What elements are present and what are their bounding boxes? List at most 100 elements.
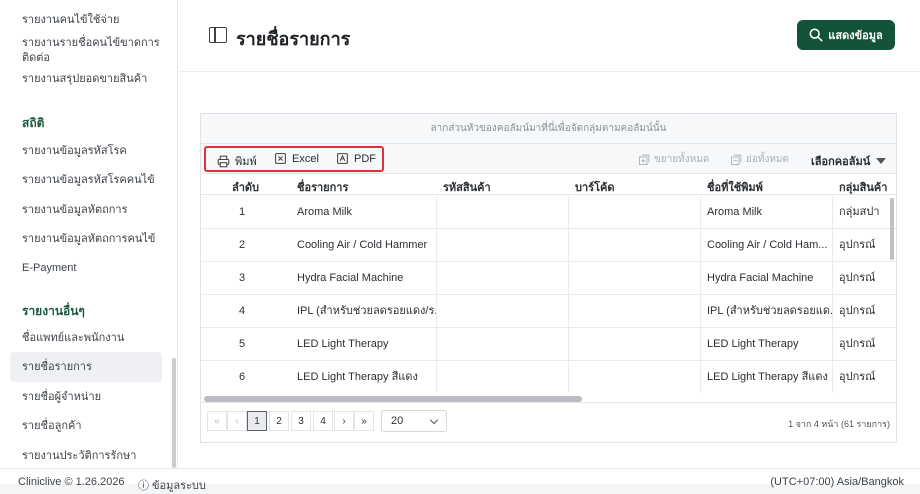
cell-name: LED Light Therapy สีแดง	[297, 371, 418, 383]
pager-prev-button[interactable]: ‹	[227, 411, 247, 431]
main-content: รายชื่อรายการ แสดงข้อมูล ลากส่วนหัวของคอ…	[178, 0, 920, 468]
page-info: 1 จาก 4 หน้า (61 รายการ)	[788, 419, 890, 429]
sidebar-item-procedures[interactable]: รายงานข้อมูลหัตถการ	[22, 203, 162, 218]
table-row[interactable]: 3 Hydra Facial Machine Hydra Facial Mach…	[201, 262, 896, 295]
sidebar-item-item-list[interactable]: รายชื่อรายการ	[22, 360, 162, 375]
sidebar: รายงานคนไข้ใช้จ่าย รายงานรายชื่อคนไข้ขาด…	[0, 0, 178, 468]
cell-print-name: IPL (สำหรับช่วยลดรอยแด...	[707, 305, 832, 317]
show-data-button[interactable]: แสดงข้อมูล	[797, 20, 895, 50]
book-icon	[209, 27, 227, 43]
expand-all-button[interactable]: ขยายทั้งหมด	[638, 152, 709, 167]
table-row[interactable]: 1 Aroma Milk Aroma Milk กลุ่มสปา	[201, 196, 896, 229]
cell-barcode	[568, 196, 700, 229]
cell-barcode	[568, 229, 700, 262]
sidebar-item-patient-disease-code[interactable]: รายงานข้อมูลรหัสโรคคนไข้	[22, 173, 162, 188]
expand-icon	[639, 154, 650, 165]
cell-index: 5	[239, 338, 246, 350]
pager-next-button[interactable]: ›	[334, 411, 354, 431]
grid-horizontal-scrollbar[interactable]	[204, 396, 582, 402]
column-header-sku[interactable]: รหัสสินค้า	[443, 178, 491, 196]
cell-barcode	[568, 262, 700, 295]
table-row[interactable]: 4 IPL (สำหรับช่วยลดรอยแดง/ร... IPL (สำหร…	[201, 295, 896, 328]
sidebar-item-treatment-history[interactable]: รายงานประวัติการรักษา	[22, 449, 162, 464]
page-title: รายชื่อรายการ	[236, 29, 351, 49]
column-header-print-name[interactable]: ชื่อที่ใช้พิมพ์	[707, 178, 763, 196]
print-label: พิมพ์	[235, 156, 257, 168]
table-body: 1 Aroma Milk Aroma Milk กลุ่มสปา 2 Cooli…	[201, 196, 896, 393]
search-icon	[809, 28, 823, 42]
collapse-icon	[731, 154, 742, 165]
cell-barcode	[568, 328, 700, 361]
excel-button[interactable]: Excel	[274, 152, 319, 165]
pager-page-4[interactable]: 4	[313, 411, 333, 431]
excel-icon	[275, 153, 286, 164]
cell-group: อุปกรณ์	[839, 338, 876, 350]
cell-name: Cooling Air / Cold Hammer	[297, 239, 428, 251]
sidebar-item-patient-expense[interactable]: รายงานคนไข้ใช้จ่าย	[22, 13, 162, 28]
cell-index: 4	[239, 305, 246, 317]
data-grid: ลากส่วนหัวของคอลัมน์มาที่นี่เพื่อจัดกลุ่…	[200, 113, 897, 443]
sidebar-section-other: รายงานอื่นๆ	[22, 304, 85, 318]
choose-columns-label: เลือกคอลัมน์	[811, 156, 871, 168]
expand-all-label: ขยายทั้งหมด	[654, 154, 710, 165]
table-row[interactable]: 5 LED Light Therapy LED Light Therapy อุ…	[201, 328, 896, 361]
cell-sku	[436, 295, 568, 328]
sidebar-item-sales-summary[interactable]: รายงานสรุปยอดขายสินค้า	[22, 72, 162, 87]
pager-page-1[interactable]: 1	[247, 411, 267, 431]
sidebar-section-stats: สถิติ	[22, 116, 45, 130]
footer: Cliniclive © 1.26.2026 ⓘ ข้อมูลระบบ (UTC…	[0, 468, 920, 492]
sidebar-item-suppliers[interactable]: รายชื่อผู้จำหน่าย	[22, 390, 162, 405]
table-row[interactable]: 6 LED Light Therapy สีแดง LED Light Ther…	[201, 361, 896, 393]
cell-name: LED Light Therapy	[297, 338, 389, 350]
chevron-down-icon	[429, 415, 439, 425]
footer-timezone: (UTC+07:00) Asia/Bangkok	[770, 476, 904, 488]
about-link[interactable]: ⓘ ข้อมูลระบบ	[138, 476, 206, 494]
page-size-select[interactable]: 20	[381, 410, 447, 432]
column-header-group[interactable]: กลุ่มสินค้า	[839, 178, 887, 196]
pdf-icon	[337, 153, 348, 164]
sidebar-item-patient-procedures[interactable]: รายงานข้อมูลหัตถการคนไข้	[22, 232, 162, 247]
cell-sku	[436, 196, 568, 229]
grid-vertical-scrollbar[interactable]	[890, 198, 894, 260]
sidebar-item-e-payment[interactable]: E-Payment	[22, 261, 162, 276]
group-panel[interactable]: ลากส่วนหัวของคอลัมน์มาที่นี่เพื่อจัดกลุ่…	[201, 114, 896, 144]
sidebar-item-doctors-staff[interactable]: ชื่อแพทย์และพนักงาน	[22, 331, 162, 346]
column-header-name[interactable]: ชื่อรายการ	[297, 178, 348, 196]
table-row[interactable]: 2 Cooling Air / Cold Hammer Cooling Air …	[201, 229, 896, 262]
sidebar-item-lost-contact[interactable]: รายงานรายชื่อคนไข้ขาดการติดต่อ	[22, 36, 162, 66]
printer-icon	[217, 155, 230, 167]
cell-index: 1	[239, 206, 246, 218]
cell-print-name: Aroma Milk	[707, 206, 763, 218]
choose-columns-button[interactable]: เลือกคอลัมน์	[811, 152, 887, 170]
cell-name: IPL (สำหรับช่วยลดรอยแดง/ร...	[297, 305, 436, 317]
sidebar-item-customers[interactable]: รายชื่อลูกค้า	[22, 419, 162, 434]
cell-group: กลุ่มสปา	[839, 206, 880, 218]
pager-page-2[interactable]: 2	[269, 411, 289, 431]
pager-first-button[interactable]: «	[207, 411, 227, 431]
sidebar-scrollbar[interactable]	[172, 358, 176, 468]
collapse-all-button[interactable]: ย่อทั้งหมด	[730, 152, 789, 167]
cell-print-name: Hydra Facial Machine	[707, 272, 814, 284]
table-header: ลำดับ ชื่อรายการ รหัสสินค้า บาร์โค้ด ชื่…	[201, 175, 896, 195]
cell-name: Hydra Facial Machine	[297, 272, 404, 284]
collapse-all-label: ย่อทั้งหมด	[746, 154, 790, 165]
header-divider	[178, 71, 920, 72]
pager-page-3[interactable]: 3	[291, 411, 311, 431]
cell-print-name: LED Light Therapy สีแดง	[707, 371, 828, 383]
cell-print-name: LED Light Therapy	[707, 338, 799, 350]
cell-group: อุปกรณ์	[839, 272, 876, 284]
pager: « ‹ 1 2 3 4 › » 20 1 จาก 4 หน้า (61 รายก…	[201, 404, 896, 442]
pager-last-button[interactable]: »	[354, 411, 374, 431]
caret-down-icon	[876, 158, 887, 164]
column-header-index[interactable]: ลำดับ	[232, 178, 259, 196]
pdf-button[interactable]: PDF	[336, 152, 376, 165]
column-header-barcode[interactable]: บาร์โค้ด	[575, 178, 614, 196]
grid-toolbar: พิมพ์ Excel PDF ขยายทั้งหมด ย่อทั้งหมด เ…	[201, 144, 896, 174]
print-button[interactable]: พิมพ์	[217, 152, 257, 170]
cell-group: อุปกรณ์	[839, 371, 876, 383]
cell-sku	[436, 361, 568, 393]
cell-group: อุปกรณ์	[839, 305, 876, 317]
excel-label: Excel	[292, 152, 319, 165]
pdf-label: PDF	[354, 152, 376, 165]
sidebar-item-disease-code[interactable]: รายงานข้อมูลรหัสโรค	[22, 144, 162, 159]
